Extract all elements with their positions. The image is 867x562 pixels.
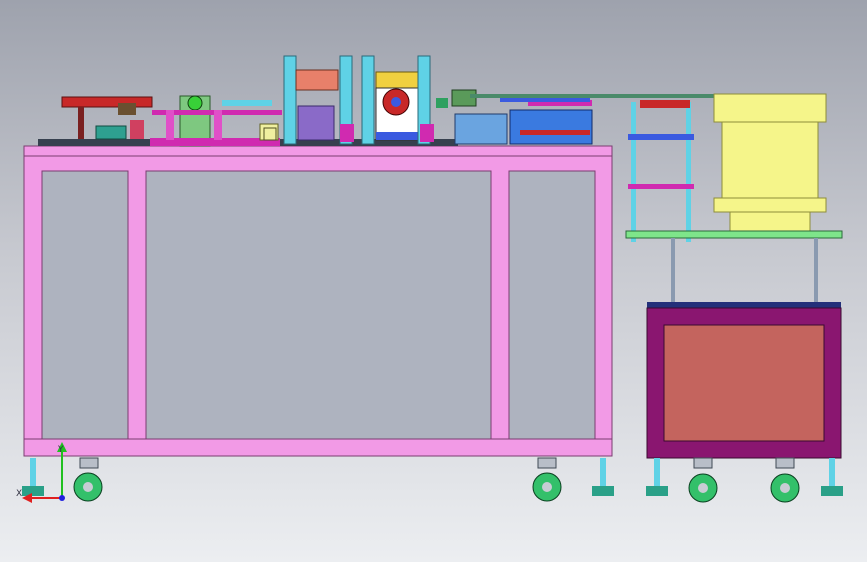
red-arm xyxy=(61,96,153,108)
main-machine-frame[interactable] xyxy=(23,145,613,457)
vibratory-bowl-rim xyxy=(713,93,827,123)
shelf-leg-right xyxy=(814,238,818,302)
caster-left xyxy=(73,457,103,502)
vibratory-bowl-body xyxy=(721,121,819,199)
feeder-guide-post-right xyxy=(686,102,691,242)
feeder-foot-left xyxy=(646,458,668,496)
casters-and-feet xyxy=(22,457,843,503)
cyan-post-3 xyxy=(361,55,375,145)
feeder-cabinet-panel xyxy=(663,324,825,442)
feeder-blue-bar xyxy=(628,134,694,140)
cad-viewport[interactable]: X Y xyxy=(0,0,867,562)
vibratory-bowl-base xyxy=(713,197,827,213)
red-arm-post xyxy=(78,107,84,139)
caster-right xyxy=(532,457,562,502)
frame-panel-right xyxy=(508,170,596,440)
feeder-caster-2 xyxy=(770,457,800,503)
motor-coupler xyxy=(118,103,136,115)
green-sensor xyxy=(436,98,448,108)
frame-panel-center xyxy=(145,170,492,440)
table-mechanisms[interactable] xyxy=(38,55,720,147)
salmon-die-block xyxy=(295,69,339,91)
feed-rail xyxy=(470,94,720,98)
axis-z-dot-icon xyxy=(59,495,65,501)
purple-die-block xyxy=(297,105,335,141)
cyan-post-1 xyxy=(283,55,297,145)
frame-panel-left xyxy=(41,170,129,440)
die-blue-base xyxy=(376,132,418,140)
feeder-magenta-bar xyxy=(628,184,694,189)
yellow-sensor-2 xyxy=(263,127,277,141)
main-table-top xyxy=(23,145,613,157)
magenta-clip-2 xyxy=(420,124,434,142)
feeder-caster-1 xyxy=(688,457,718,503)
teal-motor xyxy=(95,125,127,140)
conveyor-blue-box-2 xyxy=(509,109,593,145)
leveling-foot-left xyxy=(22,458,44,496)
feeder-stand[interactable] xyxy=(625,93,843,459)
magenta-support-right xyxy=(214,110,222,140)
leveling-foot-right xyxy=(592,458,614,496)
frame-bottom-rail xyxy=(23,438,613,457)
cyan-guide xyxy=(222,100,272,106)
shelf-leg-left xyxy=(671,238,675,302)
yellow-die-top xyxy=(375,71,419,89)
vibratory-bowl-foot xyxy=(729,211,811,233)
magenta-support-left xyxy=(166,110,174,140)
feeder-red-clamp xyxy=(640,100,690,108)
feeder-foot-right xyxy=(821,458,843,496)
green-roller-icon xyxy=(187,95,203,111)
feeder-cabinet-top xyxy=(647,302,841,308)
feeder-shelf xyxy=(625,230,843,239)
feed-rail-blue xyxy=(500,98,590,102)
red-clamp xyxy=(130,120,144,139)
magenta-clip-1 xyxy=(340,124,354,142)
feeder-guide-post-left xyxy=(631,102,636,242)
axis-y-label: Y xyxy=(57,445,64,455)
gear-hub-icon xyxy=(391,97,401,107)
conveyor-blue-box xyxy=(454,113,508,145)
axis-x-label: X xyxy=(16,489,22,499)
conveyor-red-strip xyxy=(520,130,590,135)
